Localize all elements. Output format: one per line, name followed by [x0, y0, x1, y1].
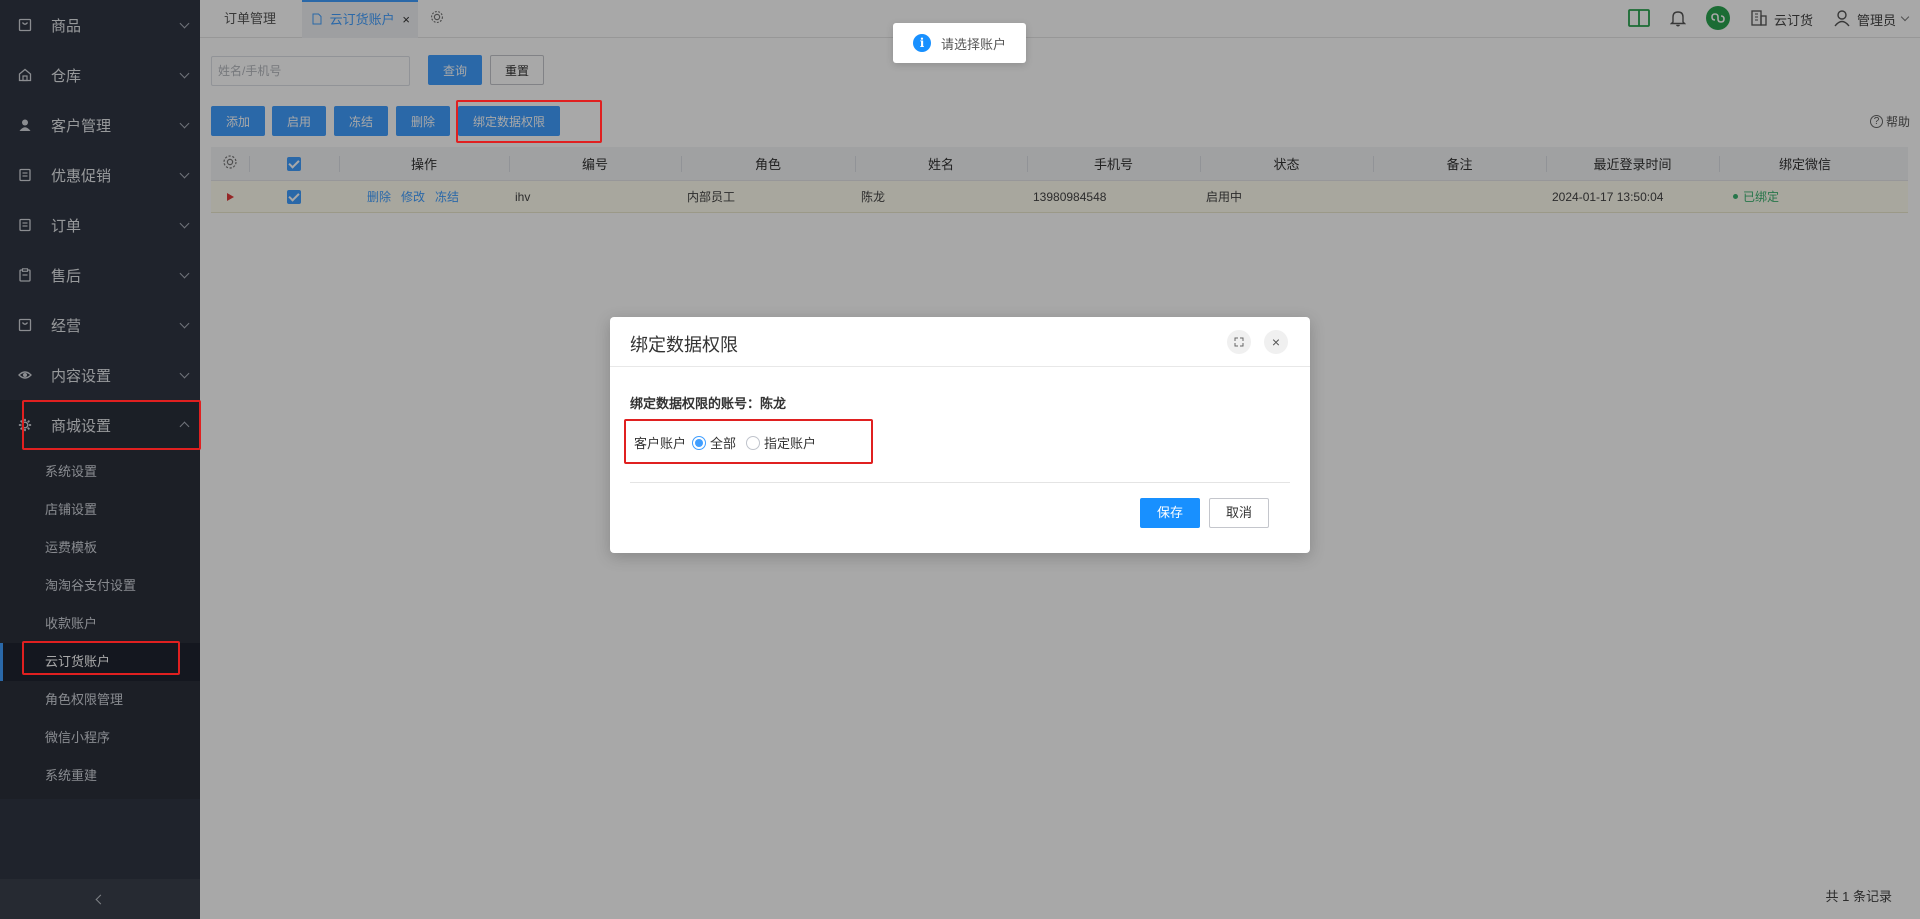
- toast-message: i 请选择账户: [893, 23, 1026, 63]
- annotation-box: [22, 400, 201, 450]
- dialog-title: 绑定数据权限: [630, 335, 738, 355]
- annotation-box: [624, 419, 873, 464]
- toast-text: 请选择账户: [941, 36, 1007, 52]
- info-icon: i: [913, 34, 931, 52]
- close-icon[interactable]: ×: [1264, 330, 1288, 354]
- cancel-button[interactable]: 取消: [1209, 498, 1269, 528]
- annotation-box: [22, 641, 180, 675]
- fullscreen-icon[interactable]: [1227, 330, 1251, 354]
- divider: [630, 482, 1290, 483]
- save-button[interactable]: 保存: [1140, 498, 1200, 528]
- dialog-header: 绑定数据权限 ×: [610, 317, 1310, 367]
- dialog-account-line: 绑定数据权限的账号：陈龙: [630, 396, 787, 411]
- annotation-box: [456, 100, 602, 143]
